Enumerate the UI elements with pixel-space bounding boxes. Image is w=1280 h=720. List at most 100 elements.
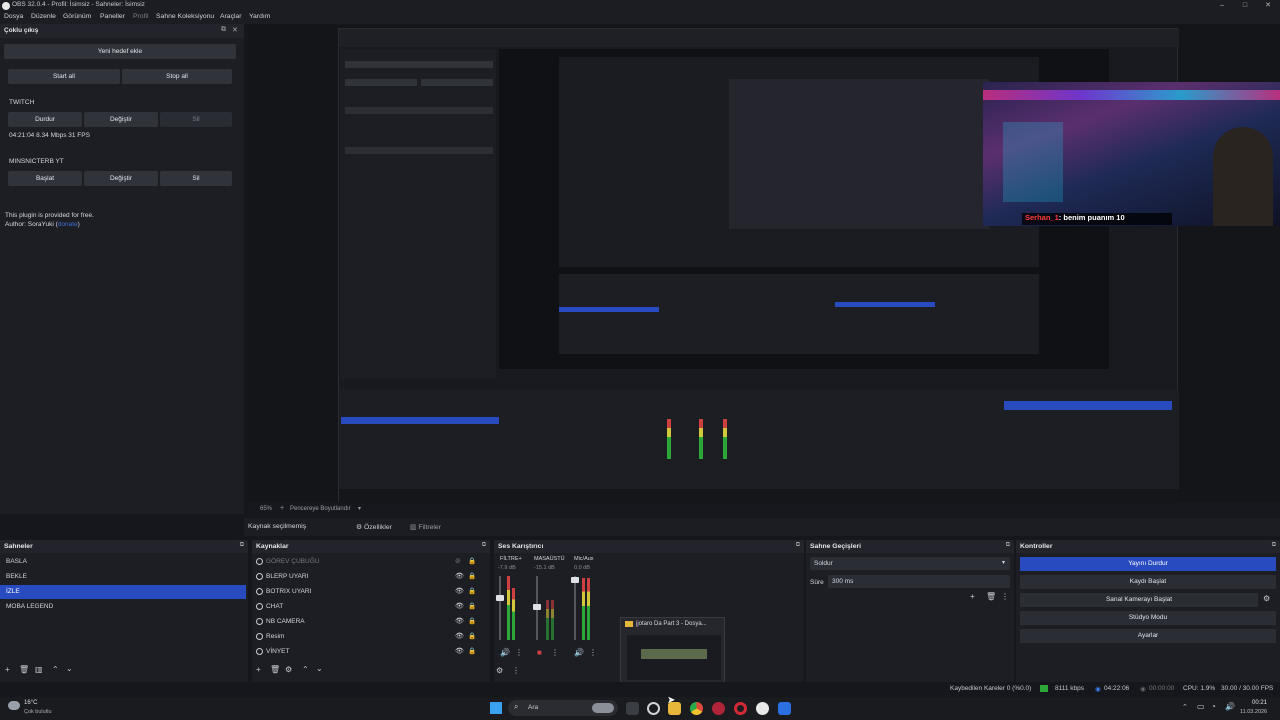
add-source-icon[interactable]: + (256, 665, 261, 674)
move-down-icon[interactable]: ⌄ (66, 664, 73, 673)
lock-icon[interactable]: 🔒 (468, 555, 476, 569)
settings-button[interactable]: Ayarlar (1020, 629, 1276, 643)
opera-icon[interactable] (734, 702, 747, 715)
menu-profile[interactable]: Profil (133, 13, 149, 20)
remove-transition-icon[interactable]: 🗑 (986, 592, 996, 601)
edit-target-button[interactable]: Değiştir (84, 171, 158, 186)
task-view-icon[interactable] (626, 702, 639, 715)
volume-slider[interactable] (499, 576, 501, 640)
start-target-button[interactable]: Başlat (8, 171, 82, 186)
visibility-off-icon[interactable]: ⊘ (455, 555, 461, 569)
move-down-icon[interactable]: ⌄ (316, 664, 323, 673)
network-icon[interactable]: ▭ (1197, 702, 1205, 711)
add-transition-icon[interactable]: + (970, 592, 975, 601)
menu-help[interactable]: Yardım (249, 13, 270, 20)
dock-menu-icon[interactable]: ⧉ (482, 542, 486, 549)
studio-mode-button[interactable]: Stüdyo Modu (1020, 611, 1276, 625)
eye-icon[interactable]: 👁 (455, 615, 464, 629)
app-icon[interactable] (712, 702, 725, 715)
source-item[interactable]: GÖREV ÇUBUĞU ⊘ 🔒 (252, 555, 488, 569)
edit-target-button[interactable]: Değiştir (84, 112, 158, 127)
lock-icon[interactable]: 🔒 (468, 570, 476, 584)
clock-date[interactable]: 11.03.2026 (1240, 709, 1267, 715)
tray-chevron-icon[interactable]: ⌃ (1182, 703, 1188, 711)
eye-icon[interactable]: 👁 (455, 600, 464, 614)
source-settings-icon[interactable]: ⚙ (285, 665, 292, 674)
float-icon[interactable]: ⧉ (221, 26, 226, 34)
transition-menu-icon[interactable]: ⋮ (1001, 592, 1009, 601)
transition-select[interactable]: Soldur ▾ (810, 557, 1010, 570)
lock-icon[interactable]: 🔒 (468, 630, 476, 644)
dock-menu-icon[interactable]: ⧉ (796, 542, 800, 549)
taskbar-search[interactable]: ⌕ Ara (508, 700, 618, 716)
volume-handle[interactable] (496, 595, 504, 601)
menu-scene-collection[interactable]: Sahne Koleksiyonu (156, 13, 214, 20)
delete-target-button[interactable]: Sil (160, 112, 232, 127)
filters-button[interactable]: ▥ Filtreler (410, 523, 441, 531)
start-all-button[interactable]: Start all (8, 69, 120, 84)
volume-slider[interactable] (574, 576, 576, 640)
clock-time[interactable]: 00:21 (1252, 700, 1267, 706)
chrome-icon[interactable] (690, 702, 703, 715)
stop-stream-button[interactable]: Yayını Durdur (1020, 557, 1276, 571)
channel-menu-icon[interactable]: ⋮ (515, 648, 523, 657)
menu-docks[interactable]: Paneller (100, 13, 125, 20)
close-button[interactable]: ✕ (1256, 0, 1280, 12)
source-item[interactable]: VİNYET 👁 🔒 (252, 645, 488, 659)
menu-tools[interactable]: Araçlar (220, 13, 242, 20)
eye-icon[interactable]: 👁 (455, 570, 464, 584)
dock-menu-icon[interactable]: ⧉ (240, 542, 244, 549)
channel-menu-icon[interactable]: ⋮ (551, 648, 559, 657)
move-up-icon[interactable]: ⌃ (302, 665, 309, 674)
dock-menu-icon[interactable]: ⧉ (1006, 542, 1010, 549)
scene-filters-icon[interactable]: ▥ (35, 665, 43, 674)
volume-handle[interactable] (533, 604, 541, 610)
channel-menu-icon[interactable]: ⋮ (589, 648, 597, 657)
fit-window-label[interactable]: Pencereye Boyutlandır (290, 506, 351, 512)
source-item[interactable]: BLERP UYARI 👁 🔒 (252, 570, 488, 584)
virtual-camera-settings-icon[interactable]: ⚙ (1263, 594, 1270, 603)
source-item[interactable]: CHAT 👁 🔒 (252, 600, 488, 614)
lock-icon[interactable]: 🔒 (468, 615, 476, 629)
start-virtual-camera-button[interactable]: Sanal Kamerayı Başlat (1020, 593, 1258, 607)
start-recording-button[interactable]: Kaydı Başlat (1020, 575, 1276, 589)
eye-icon[interactable]: 👁 (455, 585, 464, 599)
speaker-icon[interactable]: 🔊 (574, 648, 584, 657)
window-app-icon[interactable] (778, 702, 791, 715)
obs-icon[interactable] (756, 702, 769, 715)
speaker-icon[interactable]: 🔊 (500, 648, 510, 657)
properties-button[interactable]: ⚙ Özellikler (356, 523, 392, 531)
scene-item[interactable]: BEKLE (0, 570, 246, 584)
delete-target-button[interactable]: Sil (160, 171, 232, 186)
add-scene-icon[interactable]: + (5, 665, 10, 674)
weather-temp[interactable]: 16°C (24, 700, 37, 706)
eye-icon[interactable]: 👁 (455, 645, 464, 659)
preview-canvas[interactable]: Serhan_1: benim puanım 10 (248, 24, 1280, 503)
scene-item[interactable]: MOBA LEGEND (0, 600, 246, 614)
settings-app-icon[interactable] (647, 702, 660, 715)
stop-target-button[interactable]: Durdur (8, 112, 82, 127)
maximize-button[interactable]: □ (1233, 0, 1257, 12)
scene-item[interactable]: BASLA (0, 555, 246, 569)
zoom-level[interactable]: 65% (260, 506, 272, 512)
source-item[interactable]: BOTRIX UYARI 👁 🔒 (252, 585, 488, 599)
remove-scene-icon[interactable]: 🗑 (19, 665, 29, 674)
source-item[interactable]: Resim 👁 🔒 (252, 630, 488, 644)
muted-speaker-icon[interactable]: ■ (537, 648, 542, 657)
volume-handle[interactable] (571, 577, 579, 583)
menu-file[interactable]: Dosya (4, 13, 23, 20)
close-dock-icon[interactable]: ✕ (232, 26, 238, 34)
explorer-preview-popup[interactable]: jjotaro Da Part 3 - Dosya... (620, 617, 725, 683)
mixer-settings-icon[interactable]: ⚙ (496, 666, 503, 675)
source-item[interactable]: NB CAMERA 👁 🔒 (252, 615, 488, 629)
remove-source-icon[interactable]: 🗑 (270, 665, 280, 674)
move-up-icon[interactable]: ⌃ (52, 665, 59, 674)
lock-icon[interactable]: 🔒 (468, 645, 476, 659)
lock-icon[interactable]: 🔒 (468, 585, 476, 599)
fit-dropdown-icon[interactable]: ▾ (358, 505, 361, 512)
lock-icon[interactable]: 🔒 (468, 600, 476, 614)
donate-link[interactable]: donate (58, 221, 78, 228)
dock-menu-icon[interactable]: ⧉ (1272, 542, 1276, 549)
weather-desc[interactable]: Çok bulutlu (24, 709, 52, 715)
mixer-menu-icon[interactable]: ⋮ (512, 666, 520, 675)
